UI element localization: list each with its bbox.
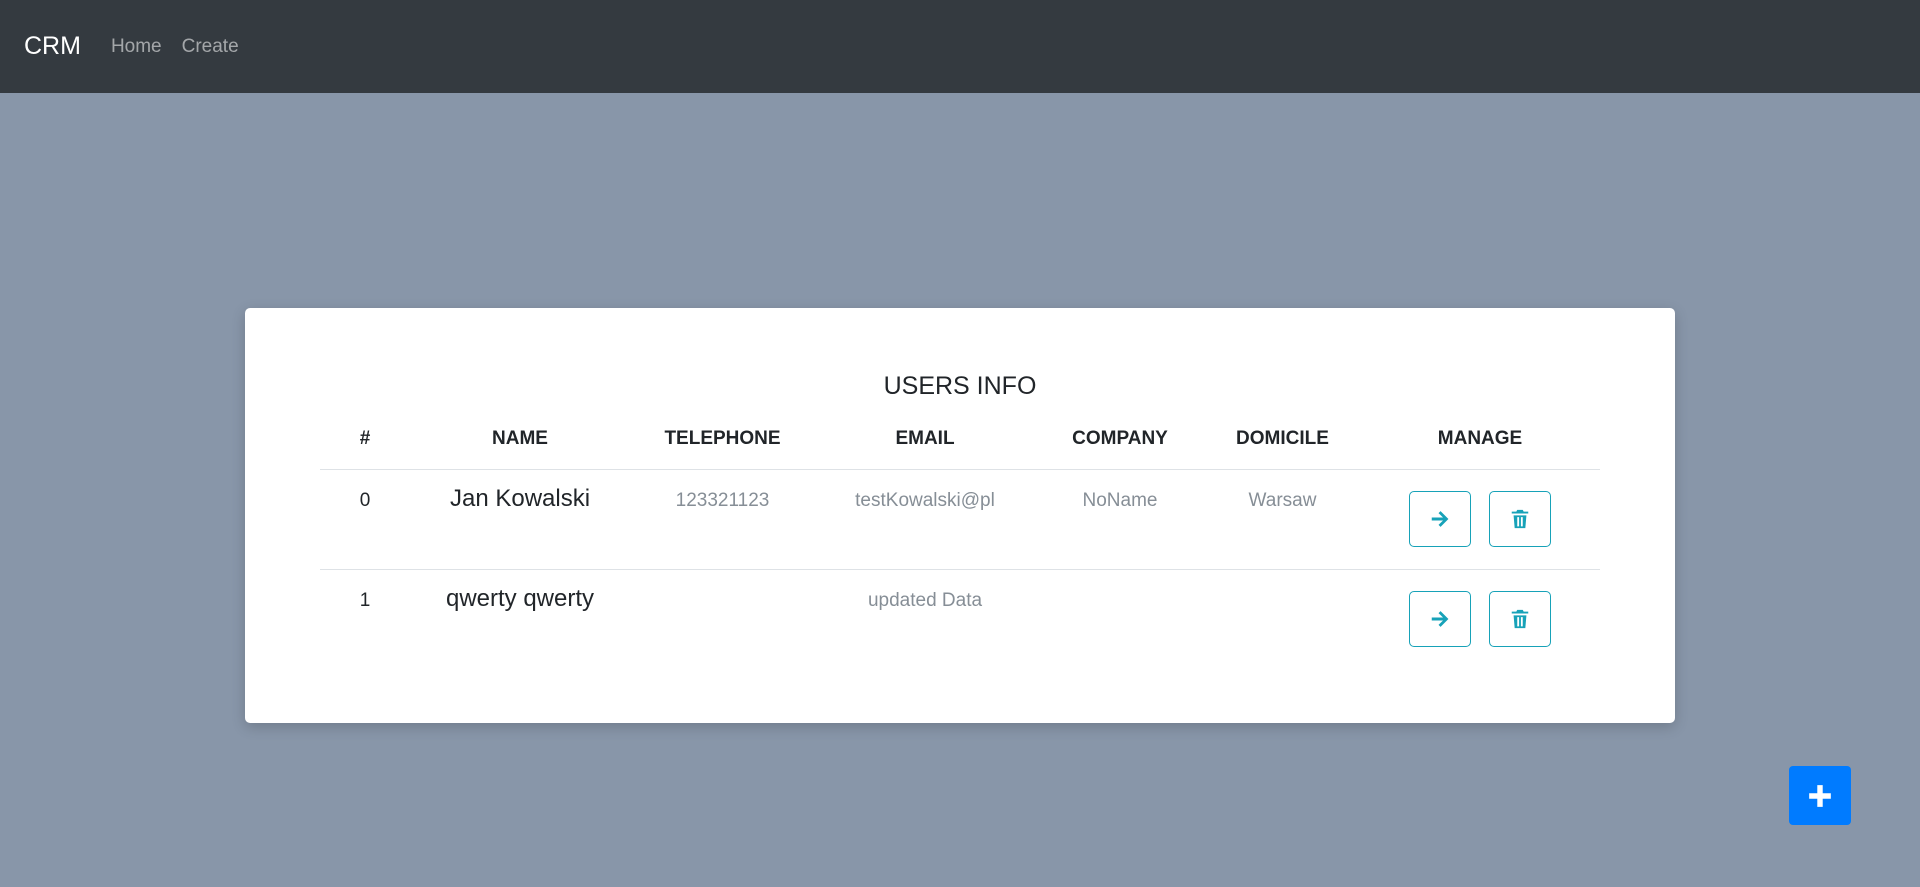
header-domicile: DOMICILE (1205, 409, 1360, 470)
header-name: NAME (410, 409, 630, 470)
header-email: EMAIL (815, 409, 1035, 470)
cell-manage (1360, 569, 1600, 669)
trash-icon (1511, 509, 1528, 528)
cell-email: updated Data (867, 589, 983, 611)
trash-icon (1511, 609, 1528, 628)
plus-icon (1809, 784, 1831, 807)
header-manage: MANAGE (1360, 409, 1600, 470)
navbar: CRM Home Create (0, 0, 1920, 93)
table-row: 1 qwerty qwerty updated Data (320, 569, 1600, 669)
cell-name: qwerty qwerty (445, 584, 595, 612)
cell-index: 1 (359, 589, 371, 611)
nav-link-home[interactable]: Home (111, 37, 162, 56)
view-user-button[interactable] (1409, 590, 1472, 647)
table-title: USERS INFO (883, 372, 1037, 400)
cell-domicile (1205, 569, 1360, 669)
brand-logo[interactable]: CRM (24, 34, 81, 59)
cell-company: NoName (1035, 469, 1205, 570)
header-telephone: TELEPHONE (630, 409, 815, 470)
nav-link-create[interactable]: Create (182, 37, 239, 56)
cell-name: Jan Kowalski (410, 469, 630, 570)
header-company: COMPANY (1035, 409, 1205, 470)
users-table: # NAME TELEPHONE EMAIL COMPANY DOMICILE … (320, 409, 1600, 669)
cell-manage (1360, 469, 1600, 570)
table-row: 0 Jan Kowalski 123321123 testKowalski@pl… (320, 469, 1600, 570)
arrow-right-icon (1432, 510, 1449, 527)
users-card: USERS INFO # NAME TELEPHONE EMAIL COMPAN… (245, 308, 1675, 723)
cell-company (1035, 569, 1205, 669)
table-header-row: # NAME TELEPHONE EMAIL COMPANY DOMICILE … (320, 409, 1600, 470)
cell-telephone: 123321123 (630, 469, 815, 570)
arrow-right-icon (1432, 610, 1449, 627)
view-user-button[interactable] (1409, 490, 1472, 547)
add-user-button[interactable] (1789, 766, 1851, 825)
delete-user-button[interactable] (1488, 490, 1551, 547)
cell-domicile: Warsaw (1205, 469, 1360, 570)
cell-index: 0 (320, 469, 410, 570)
delete-user-button[interactable] (1488, 590, 1551, 647)
cell-telephone (630, 569, 815, 669)
cell-email: testKowalski@pl (815, 469, 1035, 570)
header-index: # (320, 409, 410, 470)
